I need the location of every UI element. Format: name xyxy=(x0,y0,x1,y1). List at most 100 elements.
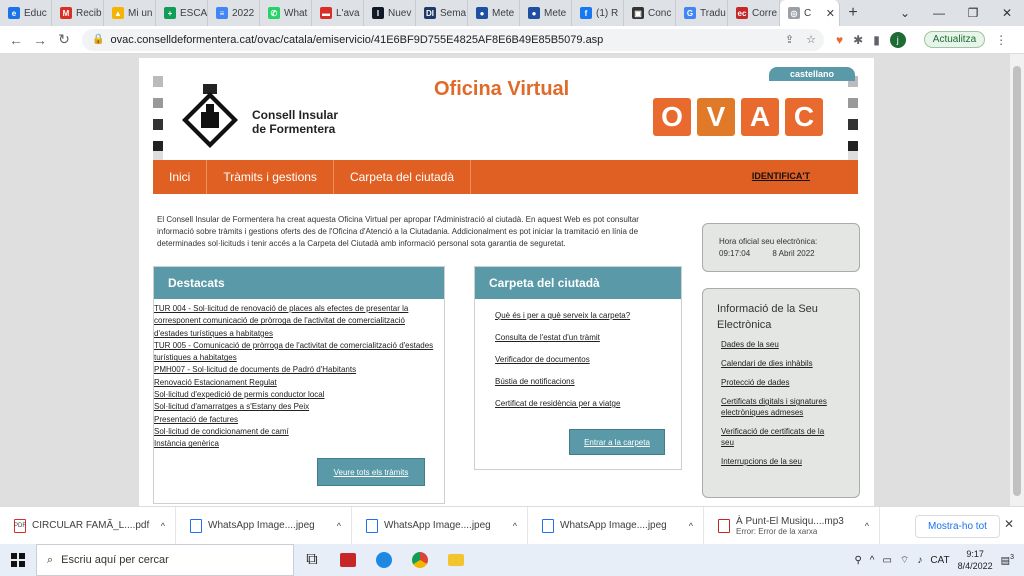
carpeta-link[interactable]: Certificat de residència per a viatge xyxy=(495,399,681,408)
veure-tramits-button[interactable]: Veure tots els tràmits xyxy=(317,458,425,486)
destacats-link[interactable]: TUR 005 - Comunicació de pròrroga de l'a… xyxy=(154,340,444,352)
download-options-chevron-icon[interactable]: ^ xyxy=(161,521,165,531)
destacats-link[interactable]: corresponent comunicació de pròrroga de … xyxy=(154,315,444,327)
reload-icon[interactable]: ↻ xyxy=(52,31,76,48)
seu-info-link[interactable]: Protecció de dades xyxy=(721,377,839,388)
seu-info-link[interactable]: Verificació de certificats de la seu xyxy=(721,426,839,448)
page-scrollbar[interactable] xyxy=(1010,54,1024,506)
carpeta-link[interactable]: Verificador de documentos xyxy=(495,355,681,364)
browser-tab[interactable]: M Recib xyxy=(52,0,104,26)
close-window-icon[interactable]: ✕ xyxy=(990,0,1024,26)
browser-tab[interactable]: ec Corre xyxy=(728,0,780,26)
show-all-downloads-button[interactable]: Mostra-ho tot xyxy=(915,515,1000,538)
windows-start-icon[interactable] xyxy=(0,553,36,567)
destacats-link[interactable]: Sol·licitud de condicionament de camí xyxy=(154,426,444,438)
chrome-icon[interactable] xyxy=(402,544,438,576)
download-options-chevron-icon[interactable]: ^ xyxy=(865,521,869,531)
forward-icon[interactable]: → xyxy=(28,32,52,48)
volume-icon[interactable]: ♪ xyxy=(917,555,922,566)
lock-icon[interactable]: 🔒 xyxy=(92,34,104,45)
entrar-carpeta-button[interactable]: Entrar a la carpeta xyxy=(569,429,665,455)
maximize-icon[interactable]: ❐ xyxy=(956,0,990,26)
browser-tab[interactable]: ▣ Conc xyxy=(624,0,676,26)
download-item[interactable]: WhatsApp Image....jpeg ^ xyxy=(176,506,352,545)
destacats-link[interactable]: Sol·licitud d'amarratges a s'Estany des … xyxy=(154,401,444,413)
download-item[interactable]: PDF CIRCULAR FAMÃ_L....pdf ^ xyxy=(0,506,176,545)
destacats-link[interactable]: TUR 004 - Sol·licitud de renovació de pl… xyxy=(154,303,444,315)
download-item[interactable]: À Punt-El Musiqu....mp3 Error: Error de l… xyxy=(704,506,880,545)
destacats-link[interactable]: Presentació de factures xyxy=(154,414,444,426)
update-button[interactable]: Actualitza xyxy=(923,31,986,48)
browser-tab[interactable]: ▲ Mi un xyxy=(104,0,156,26)
battery-icon[interactable]: ▭ xyxy=(882,555,891,566)
tray-chevron-icon[interactable]: ^ xyxy=(870,555,875,566)
nav-inici[interactable]: Inici xyxy=(153,160,208,194)
scroll-thumb[interactable] xyxy=(1013,66,1021,496)
edge-icon[interactable] xyxy=(366,544,402,576)
notifications-icon[interactable]: ▤3 xyxy=(1001,554,1014,566)
back-icon[interactable]: ← xyxy=(4,32,28,48)
destacats-link[interactable]: Sol·licitud d'expedició de permís conduc… xyxy=(154,389,444,401)
nav-tramits[interactable]: Tràmits i gestions xyxy=(207,160,334,194)
carpeta-list: Què és i per a què serveix la carpeta? Co… xyxy=(475,299,681,408)
bookmark-star-icon[interactable]: ☆ xyxy=(806,33,816,46)
browser-tab[interactable]: DI Sema xyxy=(416,0,468,26)
app-red-box-icon[interactable] xyxy=(330,544,366,576)
identifica-link[interactable]: IDENTIFICA'T xyxy=(752,171,810,181)
browser-tab-bar: e Educ M Recib ▲ Mi un + ESCA ≡ 2022 ✆ What ▬ L'ava I N… xyxy=(0,0,1024,26)
ovac-letter-a: A xyxy=(741,98,779,136)
browser-tab[interactable]: I Nuev xyxy=(364,0,416,26)
browser-tab[interactable]: e Educ xyxy=(0,0,52,26)
seu-info-link[interactable]: Dades de la seu xyxy=(721,339,839,350)
carpeta-link[interactable]: Què és i per a què serveix la carpeta? xyxy=(495,311,681,320)
sidepanel-icon[interactable]: ▮ xyxy=(873,33,880,47)
download-options-chevron-icon[interactable]: ^ xyxy=(689,521,693,531)
close-tab-icon[interactable]: ✕ xyxy=(826,7,835,20)
browser-tab[interactable]: ● Mete xyxy=(520,0,572,26)
browser-tab[interactable]: + ESCA xyxy=(156,0,208,26)
download-item[interactable]: WhatsApp Image....jpeg ^ xyxy=(352,506,528,545)
browser-tab[interactable]: ● Mete xyxy=(468,0,520,26)
nav-carpeta[interactable]: Carpeta del ciutadà xyxy=(334,160,472,194)
destacats-link[interactable]: d'estades turístiques a habitatges xyxy=(154,328,444,340)
download-options-chevron-icon[interactable]: ^ xyxy=(513,521,517,531)
extensions-puzzle-icon[interactable]: ✱ xyxy=(853,33,863,47)
destacats-link[interactable]: PMH007 - Sol·licitud de documents de Pad… xyxy=(154,364,444,376)
carpeta-link[interactable]: Bústia de notificacions xyxy=(495,377,681,386)
file-explorer-icon[interactable] xyxy=(438,544,474,576)
tab-active[interactable]: ◎ C ✕ xyxy=(780,0,840,26)
browser-tab[interactable]: ▬ L'ava xyxy=(312,0,364,26)
minimize-icon[interactable]: — xyxy=(922,0,956,26)
download-item[interactable]: WhatsApp Image....jpeg ^ xyxy=(528,506,704,545)
close-downloads-icon[interactable]: ✕ xyxy=(1004,517,1014,531)
browser-tab[interactable]: G Tradu xyxy=(676,0,728,26)
destacats-link[interactable]: turístiques a habitatges xyxy=(154,352,444,364)
destacats-link[interactable]: Instància genèrica xyxy=(154,438,444,450)
network-icon[interactable]: ⌔ xyxy=(900,554,909,567)
language-link-castellano[interactable]: castellano xyxy=(769,67,855,81)
extension-heart-icon[interactable]: ♥ xyxy=(836,33,843,47)
tab-search-icon[interactable]: ⌄ xyxy=(888,0,922,26)
clock-date: 8/4/2022 xyxy=(957,561,993,571)
browser-tab[interactable]: f (1) R xyxy=(572,0,624,26)
destacats-link[interactable]: Renovació Estacionament Regulat xyxy=(154,377,444,389)
language-indicator[interactable]: CAT xyxy=(930,555,949,566)
carpeta-link[interactable]: Consulta de l'estat d'un tràmit xyxy=(495,333,681,342)
seu-info-link[interactable]: Calendari de dies inhàbils xyxy=(721,358,839,369)
clock[interactable]: 9:17 8/4/2022 xyxy=(958,548,993,572)
url-field[interactable]: 🔒 ovac.conselldeformentera.cat/ovac/cata… xyxy=(82,28,824,51)
browser-tab[interactable]: ✆ What xyxy=(260,0,312,26)
seu-info-link[interactable]: Interrupcions de la seu xyxy=(721,456,839,467)
new-tab-button[interactable]: + xyxy=(840,4,866,22)
official-time-box: Hora oficial seu electrònica: 09:17:04 8… xyxy=(702,223,860,272)
browser-tab[interactable]: ≡ 2022 xyxy=(208,0,260,26)
ovac-letter-o: O xyxy=(653,98,691,136)
people-icon[interactable]: ⚲ xyxy=(854,555,861,566)
taskbar-search[interactable]: ⌕ Escriu aquí per cercar xyxy=(36,544,294,576)
download-options-chevron-icon[interactable]: ^ xyxy=(337,521,341,531)
seu-info-link[interactable]: Certificats digitals i signatures electr… xyxy=(721,396,839,418)
profile-avatar[interactable]: j xyxy=(889,31,906,48)
task-view-icon[interactable]: ⧉ xyxy=(294,544,330,576)
share-icon[interactable]: ⇪ xyxy=(785,33,794,46)
menu-kebab-icon[interactable]: ⋮ xyxy=(995,33,1007,47)
